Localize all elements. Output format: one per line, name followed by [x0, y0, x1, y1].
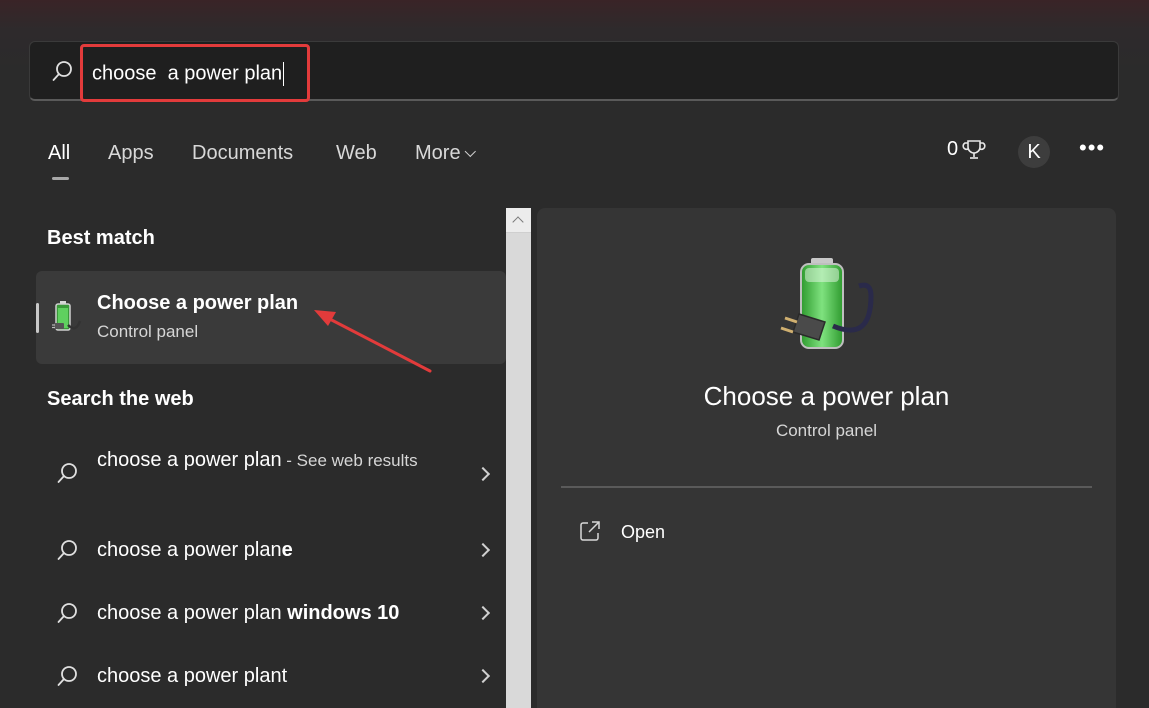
avatar[interactable]: K	[1018, 136, 1050, 168]
annotation-arrow	[314, 310, 432, 373]
tab-apps[interactable]: Apps	[108, 142, 154, 165]
web-result-item[interactable]: choose a power plan windows 10	[36, 598, 506, 628]
results-scrollbar[interactable]	[506, 208, 531, 708]
more-options-icon[interactable]: •••	[1079, 135, 1105, 161]
search-icon	[52, 61, 72, 81]
search-bar[interactable]: choose a power plan	[29, 41, 1119, 102]
best-match-title: Choose a power plan	[97, 292, 299, 314]
search-icon	[57, 666, 77, 686]
best-match-heading: Best match	[47, 227, 155, 249]
open-label: Open	[621, 522, 666, 542]
search-web-heading: Search the web	[47, 388, 194, 410]
chevron-right-icon	[475, 542, 491, 558]
search-highlight-box: choose a power plan	[80, 44, 310, 102]
active-tab-indicator	[52, 177, 69, 180]
divider	[561, 486, 1092, 488]
detail-title: Choose a power plan	[703, 381, 950, 411]
chevron-right-icon	[475, 466, 491, 482]
text-caret	[283, 62, 285, 86]
chevron-down-icon	[464, 145, 476, 158]
web-result-item[interactable]: choose a power plane	[36, 535, 506, 565]
tab-all[interactable]: All	[48, 142, 70, 165]
search-input[interactable]: choose a power plan	[92, 62, 285, 86]
points-count: 0	[947, 138, 959, 160]
search-icon	[57, 463, 77, 483]
web-result-text: choose a power plan windows 10	[97, 602, 400, 624]
open-external-icon	[580, 521, 600, 541]
web-result-text: choose a power plane	[97, 539, 293, 561]
chevron-right-icon	[475, 605, 491, 621]
web-result-text: choose a power plant	[97, 665, 288, 687]
tab-web[interactable]: Web	[336, 142, 377, 165]
detail-pane: Choose a power plan Control panel Open	[537, 208, 1116, 708]
best-match-subtitle: Control panel	[97, 322, 199, 341]
web-result-item[interactable]: choose a power plant	[36, 661, 506, 691]
tab-more[interactable]: More	[415, 142, 476, 165]
open-action[interactable]: Open	[577, 518, 777, 548]
tab-documents[interactable]: Documents	[192, 142, 293, 165]
detail-subtitle: Control panel	[775, 421, 878, 440]
trophy-icon	[962, 139, 986, 159]
battery-power-icon	[52, 301, 82, 331]
search-icon	[57, 540, 77, 560]
rewards-points[interactable]: 0	[947, 138, 986, 161]
chevron-right-icon	[475, 668, 491, 684]
web-result-item[interactable]: choose a power plan - See web results	[36, 445, 506, 515]
battery-power-icon	[780, 258, 874, 349]
search-icon	[57, 603, 77, 623]
web-result-text: choose a power plan - See web results	[97, 449, 418, 471]
selection-indicator	[36, 303, 39, 333]
scroll-up-button[interactable]	[506, 208, 531, 233]
